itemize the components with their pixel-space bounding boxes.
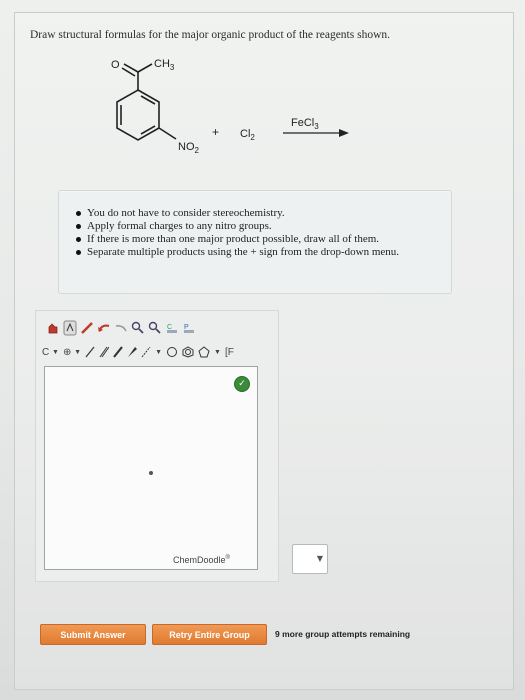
benzene-tool-icon[interactable] [182,346,194,358]
reaction-scheme: O CH3 NO2 + Cl2 FeCl3 [111,58,349,155]
eraser-icon[interactable] [80,321,94,335]
undo-icon[interactable] [97,321,111,335]
chevron-down-icon: ▼ [214,348,221,356]
bond-options-selector[interactable]: ▼ [155,349,162,356]
oxygen-label: O [111,59,120,71]
editor-toolbar-top: C P [46,317,196,339]
hand-tool-icon[interactable] [46,321,60,335]
submit-answer-button[interactable]: Submit Answer [40,624,146,645]
chevron-down-icon: ▼ [316,554,323,563]
redo-icon[interactable] [114,321,128,335]
ring-options-selector[interactable]: ▼ [214,349,221,356]
methyl-label: CH3 [154,58,175,72]
charge-selector[interactable]: ⊕ ▼ [63,347,81,358]
instructions-list: You do not have to consider stereochemis… [59,191,451,259]
nitro-label: NO2 [178,141,200,155]
single-bond-tool-icon[interactable] [85,346,95,358]
chevron-down-icon: ▼ [52,348,59,356]
benzene-ring [116,63,177,141]
atom-selector[interactable]: C ▼ [42,347,59,358]
properties-icon[interactable]: P [182,321,196,335]
instruction-item: Apply formal charges to any nitro groups… [76,220,451,233]
chemdoodle-brand: ChemDoodle® [173,555,230,565]
triple-bond-tool-icon[interactable] [113,346,123,358]
hash-bond-tool-icon[interactable] [141,346,151,358]
brand-text: ChemDoodle [173,555,226,565]
svg-text:P: P [184,324,189,331]
instruction-item: If there is more than one major product … [76,233,451,246]
atom-label: C [42,346,50,358]
retry-group-button[interactable]: Retry Entire Group [152,624,267,645]
clean-icon[interactable]: C [165,321,179,335]
product-separator-dropdown[interactable]: ▼ [292,544,328,574]
check-icon[interactable]: ✓ [234,376,250,392]
wedge-bond-tool-icon[interactable] [127,346,138,358]
text-tool[interactable]: [F [225,347,234,358]
chevron-down-icon: ▼ [74,348,82,356]
canvas-cursor-dot [149,471,153,475]
ring-tool-icon[interactable] [198,346,210,358]
brand-mark: ® [225,555,230,561]
double-bond-tool-icon[interactable] [99,346,110,358]
attempts-remaining-text: 9 more group attempts remaining [275,629,411,639]
zoom-out-icon[interactable] [148,321,162,335]
charge-plus-icon: ⊕ [62,346,72,358]
instruction-item: Separate multiple products using the + s… [76,246,451,259]
zoom-in-icon[interactable] [131,321,145,335]
svg-text:C: C [167,324,172,331]
lasso-select-icon[interactable] [63,320,77,336]
chemdoodle-editor: C P C ▼ ⊕ ▼ ▼ ▼ [F ✓ ChemDoodle® [35,310,279,582]
chlorine-reagent: Cl2 [240,128,255,142]
catalyst-label: FeCl3 [291,117,319,131]
plus-sign: + [212,125,219,139]
chevron-down-icon: ▼ [155,348,162,356]
cyclopropane-tool-icon[interactable] [166,346,178,358]
drawing-canvas[interactable]: ✓ ChemDoodle® [44,366,258,570]
editor-toolbar-bottom: C ▼ ⊕ ▼ ▼ ▼ [F [42,343,234,361]
instruction-item: You do not have to consider stereochemis… [76,207,451,220]
instructions-box: You do not have to consider stereochemis… [58,190,452,294]
